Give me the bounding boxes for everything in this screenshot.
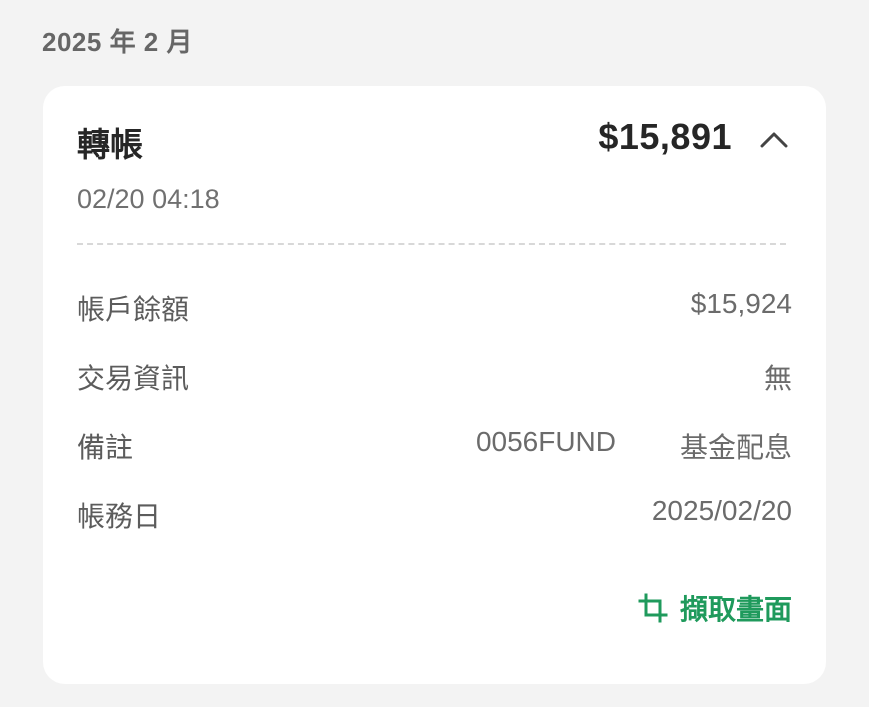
detail-row-info: 交易資訊 無 xyxy=(77,357,792,397)
memo-code: 0056FUND xyxy=(475,426,616,457)
transaction-datetime: 02/20 04:18 xyxy=(77,184,220,214)
transaction-title-row[interactable]: 轉帳 $15,891 xyxy=(77,116,792,164)
crop-icon xyxy=(638,593,668,623)
detail-row-balance: 帳戶餘額 $15,924 xyxy=(77,288,792,328)
posting-date-label: 帳務日 xyxy=(77,501,162,532)
posting-date-value: 2025/02/20 xyxy=(651,495,792,526)
chevron-up-icon[interactable] xyxy=(756,122,792,158)
transaction-type: 轉帳 xyxy=(77,126,143,163)
transaction-card: 轉帳 $15,891 02/20 04:18 帳戶餘額 $15,924 交易資訊… xyxy=(43,86,826,684)
screenshot-button-label: 擷取畫面 xyxy=(679,594,792,625)
detail-row-memo: 備註 0056FUND 基金配息 xyxy=(77,426,792,466)
transaction-amount: $15,891 xyxy=(598,116,732,157)
month-header: 2025 年 2 月 xyxy=(42,27,193,57)
detail-row-posting-date: 帳務日 2025/02/20 xyxy=(77,495,792,535)
info-value: 無 xyxy=(763,363,792,394)
balance-value: $15,924 xyxy=(690,288,792,319)
memo-text: 基金配息 xyxy=(679,432,792,463)
dashed-divider xyxy=(77,243,786,245)
info-label: 交易資訊 xyxy=(77,363,190,394)
memo-label: 備註 xyxy=(77,432,134,463)
screenshot-button[interactable]: 擷取畫面 xyxy=(638,588,792,628)
balance-label: 帳戶餘額 xyxy=(77,294,190,325)
